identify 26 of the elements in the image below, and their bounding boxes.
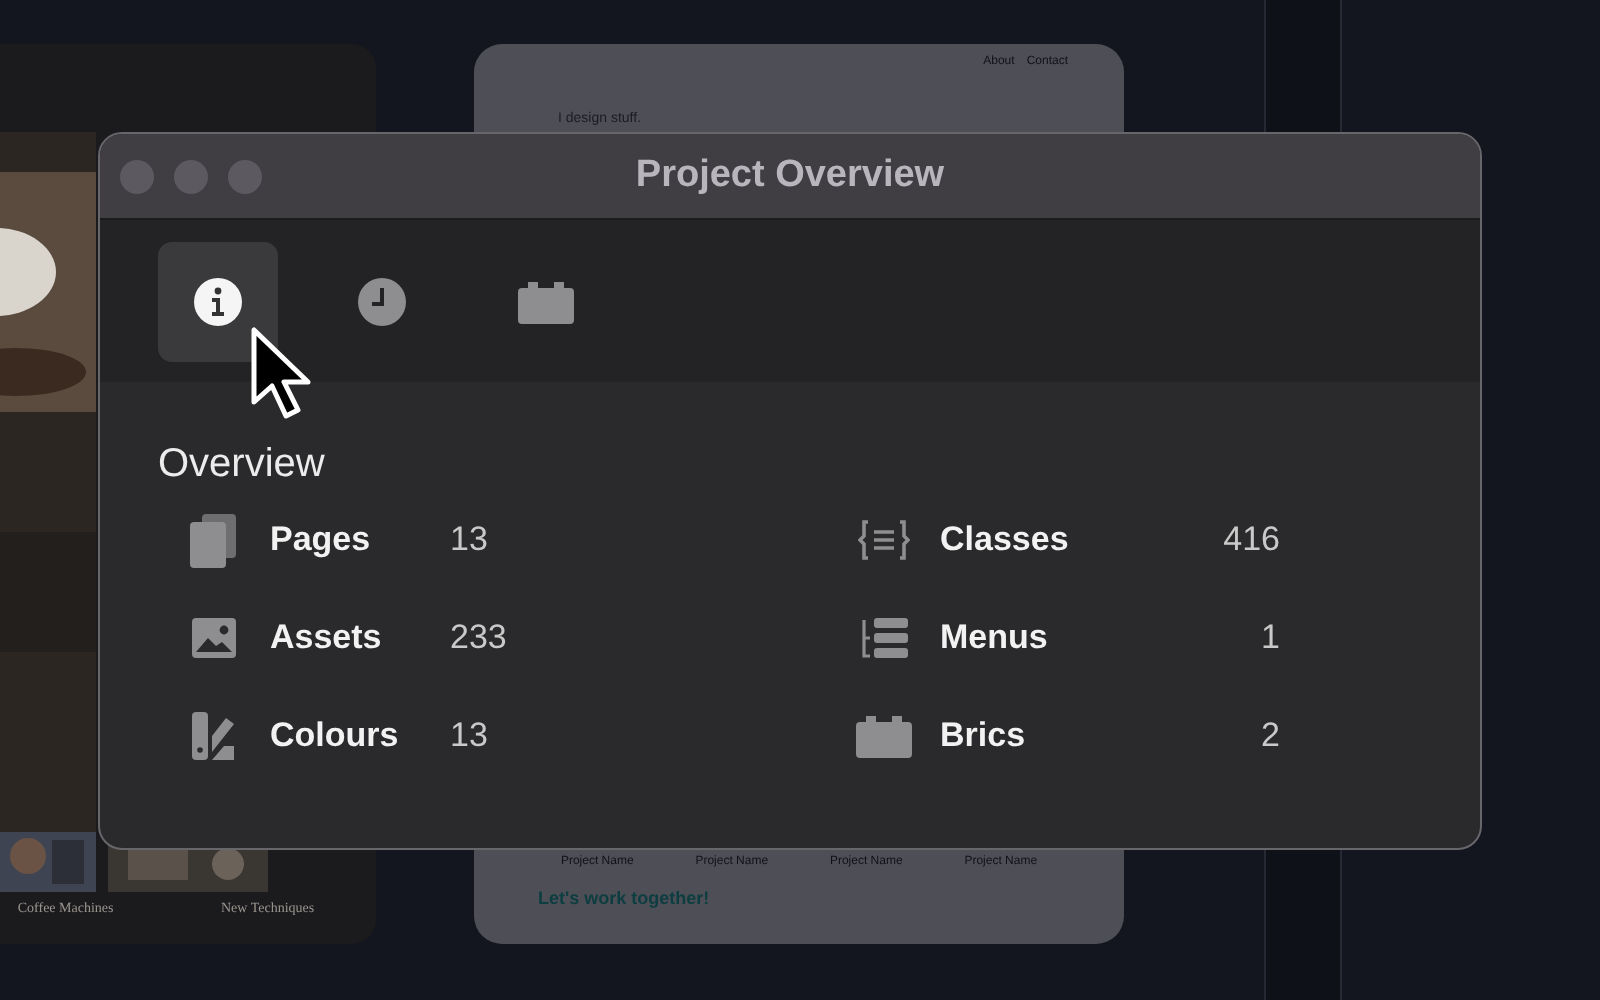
info-icon	[192, 275, 244, 327]
stat-label: Assets	[270, 618, 384, 658]
stat-value: 13	[450, 520, 488, 560]
stat-label: Pages	[270, 520, 373, 560]
stat-value: 2	[1261, 716, 1280, 756]
stat-value: 13	[450, 716, 488, 756]
list-icon	[860, 618, 908, 658]
pages-icon	[190, 513, 238, 567]
brick-icon	[518, 279, 574, 323]
image-icon	[192, 618, 236, 658]
cursor-icon	[248, 326, 312, 422]
stat-value: 416	[1223, 520, 1280, 560]
stat-label: Colours	[270, 716, 401, 756]
stat-label: Menus	[940, 618, 1050, 658]
stat-label: Brics	[940, 716, 1028, 756]
section-title: Overview	[158, 442, 327, 488]
window-title: Project Overview	[635, 154, 945, 198]
stat-value: 1	[1261, 618, 1280, 658]
stat-label: Classes	[940, 520, 1071, 560]
brick-icon	[856, 714, 912, 758]
clock-icon	[356, 275, 408, 327]
braces-icon	[858, 520, 910, 560]
stat-value: 233	[450, 618, 507, 658]
tab[interactable]	[158, 241, 278, 361]
cta-heading: Let's work together!	[538, 888, 712, 908]
swatch-icon	[192, 712, 236, 760]
